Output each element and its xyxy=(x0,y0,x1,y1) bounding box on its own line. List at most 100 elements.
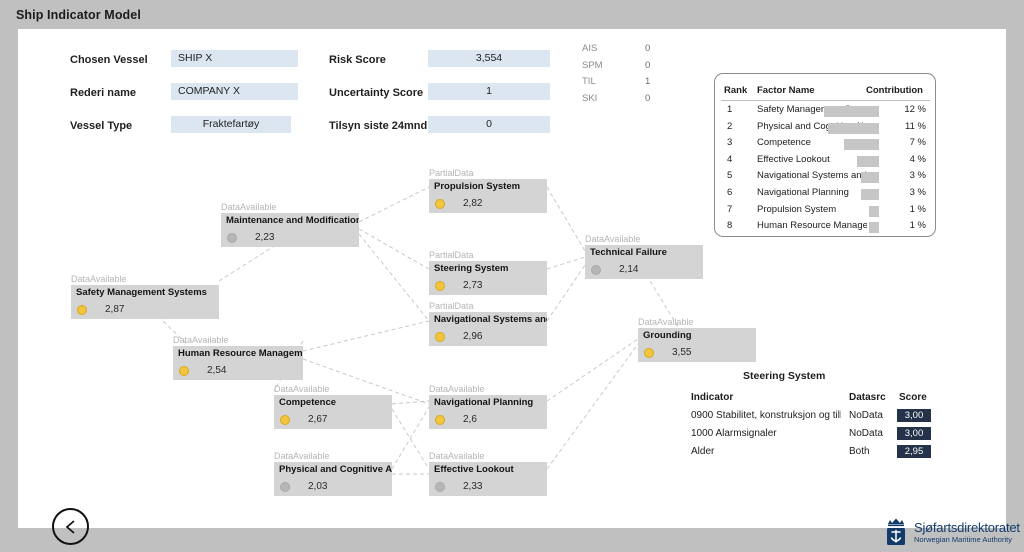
network-node-prop[interactable]: PartialData Propulsion System 2,82 xyxy=(429,168,547,213)
rank-contribution-bar xyxy=(856,155,879,167)
rank-number: 3 xyxy=(727,137,733,149)
form-value-4[interactable]: 1 xyxy=(428,83,550,100)
rank-number: 4 xyxy=(727,153,733,165)
crown-anchor-icon xyxy=(883,517,909,547)
node-status-dot-gold xyxy=(179,366,189,376)
node-score: 2,87 xyxy=(105,304,125,315)
logo-main-text: Sjøfartsdirektoratet xyxy=(914,519,1020,535)
form-value-0[interactable]: SHIP X xyxy=(171,50,298,67)
detail-header-datasrc: Datasrc xyxy=(849,392,886,403)
node-title: Maintenance and Modifications xyxy=(226,215,359,226)
mini-stat-label-til: TIL xyxy=(582,76,596,87)
node-title: Navigational Planning xyxy=(434,397,534,408)
rank-contribution-bar xyxy=(844,139,879,151)
detail-score: 3,00 xyxy=(897,409,931,422)
rank-number: 1 xyxy=(727,104,733,115)
node-body[interactable]: Physical and Cognitive Abilities 2,03 xyxy=(274,462,392,496)
rank-row[interactable]: 8 Human Resource Management 1 % xyxy=(715,220,935,237)
network-node-hrm[interactable]: DataAvailable Human Resource Management 2,… xyxy=(173,335,303,380)
node-body[interactable]: Safety Management Systems 2,87 xyxy=(71,285,219,319)
rank-contribution-pct: 1 % xyxy=(909,203,926,215)
form-value-2[interactable]: Fraktefartøy xyxy=(171,116,291,133)
rank-row[interactable]: 4 Effective Lookout 4 % xyxy=(715,154,935,171)
detail-score: 3,00 xyxy=(897,427,931,440)
rank-header-divider xyxy=(721,100,930,101)
network-node-plan[interactable]: DataAvailable Navigational Planning 2,6 xyxy=(429,384,547,429)
network-node-grnd[interactable]: DataAvailable Grounding 3,55 xyxy=(638,317,756,362)
rank-contribution-pct: 7 % xyxy=(909,137,926,149)
mini-stat-value-ais: 0 xyxy=(645,43,651,54)
form-label-2: Vessel Type xyxy=(70,120,133,132)
detail-indicator: 0900 Stabilitet, konstruksjon og tilh xyxy=(691,410,841,421)
node-status-label: DataAvailable xyxy=(585,234,641,244)
rank-factor-name: Propulsion System xyxy=(757,203,837,215)
network-node-pca[interactable]: DataAvailablePhysical and Cognitive Abil… xyxy=(274,451,392,496)
rank-contribution-bar xyxy=(824,106,879,117)
rank-factor-name: Navigational Systems and Aids xyxy=(757,170,867,182)
node-status-dot-gold xyxy=(435,332,445,342)
rank-header-contribution: Contribution xyxy=(866,85,923,96)
form-value-1[interactable]: COMPANY X xyxy=(171,83,298,100)
form-label-0: Chosen Vessel xyxy=(70,54,148,66)
node-body[interactable]: Navigational Planning 2,6 xyxy=(429,395,547,429)
rank-contribution-pct: 4 % xyxy=(909,153,926,165)
mini-stat-label-ski: SKI xyxy=(582,92,598,104)
rank-row[interactable]: 5 Navigational Systems and Aids 3 % xyxy=(715,170,935,187)
node-status-dot-grey xyxy=(435,482,445,492)
network-node-steer[interactable]: PartialData Steering System 2,73 xyxy=(429,250,547,295)
node-title: Competence xyxy=(279,397,337,408)
node-status-label: DataAvailable xyxy=(274,384,330,394)
logo-sub-text: Norwegian Maritime Authority xyxy=(914,534,1012,544)
rank-contribution-bar xyxy=(868,222,879,234)
rank-row[interactable]: 3 Competence 7 % xyxy=(715,137,935,154)
detail-datasrc: NoData xyxy=(849,410,883,421)
form-label-4: Uncertainty Score xyxy=(329,87,424,99)
node-status-dot-grey xyxy=(227,233,237,243)
rank-row[interactable]: 2Physical and Cognitive Abilities11 % xyxy=(715,121,935,138)
node-body[interactable]: Technical Failure 2,14 xyxy=(585,245,703,279)
rank-row[interactable]: 1Safety Management Systems12 % xyxy=(715,104,935,121)
node-score: 2,33 xyxy=(463,481,483,492)
node-title: Propulsion System xyxy=(434,181,521,192)
detail-header-indicator: Indicator xyxy=(691,392,734,403)
node-body[interactable]: Human Resource Management 2,54 xyxy=(173,346,303,380)
network-node-sms[interactable]: DataAvailable Safety Management Systems 2,… xyxy=(71,274,219,319)
back-button[interactable] xyxy=(52,508,89,545)
node-status-dot-gold xyxy=(435,415,445,425)
node-body[interactable]: Competence 2,67 xyxy=(274,395,392,429)
node-body[interactable]: Propulsion System 2,82 xyxy=(429,179,547,213)
node-status-label: DataAvailable xyxy=(429,384,485,394)
node-body[interactable]: Effective Lookout 2,33 xyxy=(429,462,547,496)
report-canvas: Chosen Vessel SHIP X Rederi name COMPANY X V… xyxy=(18,29,1020,545)
network-node-tech[interactable]: DataAvailable Technical Failure 2,14 xyxy=(585,234,703,279)
node-status-dot-gold xyxy=(644,348,654,358)
network-node-mnm[interactable]: DataAvailable Maintenance and Modificatio… xyxy=(221,202,359,247)
rank-row[interactable]: 6 Navigational Planning 3 % xyxy=(715,187,935,204)
network-node-look[interactable]: DataAvailable Effective Lookout 2,33 xyxy=(429,451,547,496)
node-score: 3,55 xyxy=(672,347,692,358)
node-score: 2,14 xyxy=(619,264,639,275)
rank-contribution-pct: 3 % xyxy=(909,187,926,198)
form-value-3[interactable]: 3,554 xyxy=(428,50,550,67)
mini-stat-label-spm: SPM xyxy=(582,59,603,71)
node-title: Grounding xyxy=(643,330,692,341)
node-status-label: DataAvailable xyxy=(638,317,694,327)
mini-stat-value-til: 1 xyxy=(645,76,651,87)
node-title: Steering System xyxy=(434,263,509,274)
network-node-nav[interactable]: PartialDataNavigational Systems and Aids… xyxy=(429,301,547,346)
form-value-5[interactable]: 0 xyxy=(428,116,550,133)
node-title: Navigational Systems and Aids xyxy=(434,314,547,325)
node-score: 2,82 xyxy=(463,198,483,209)
rank-number: 6 xyxy=(727,187,733,198)
rank-row[interactable]: 7 Propulsion System 1 % xyxy=(715,204,935,221)
node-title: Effective Lookout xyxy=(434,464,514,475)
node-score: 2,6 xyxy=(463,414,477,425)
node-body[interactable]: Navigational Systems and Aids 2,96 xyxy=(429,312,547,346)
node-body[interactable]: Grounding 3,55 xyxy=(638,328,756,362)
node-score: 2,23 xyxy=(255,232,275,243)
node-body[interactable]: Maintenance and Modifications 2,23 xyxy=(221,213,359,247)
node-status-label: DataAvailable xyxy=(71,274,127,284)
node-status-label: PartialData xyxy=(429,301,474,311)
node-body[interactable]: Steering System 2,73 xyxy=(429,261,547,295)
network-node-comp[interactable]: DataAvailable Competence 2,67 xyxy=(274,384,392,429)
